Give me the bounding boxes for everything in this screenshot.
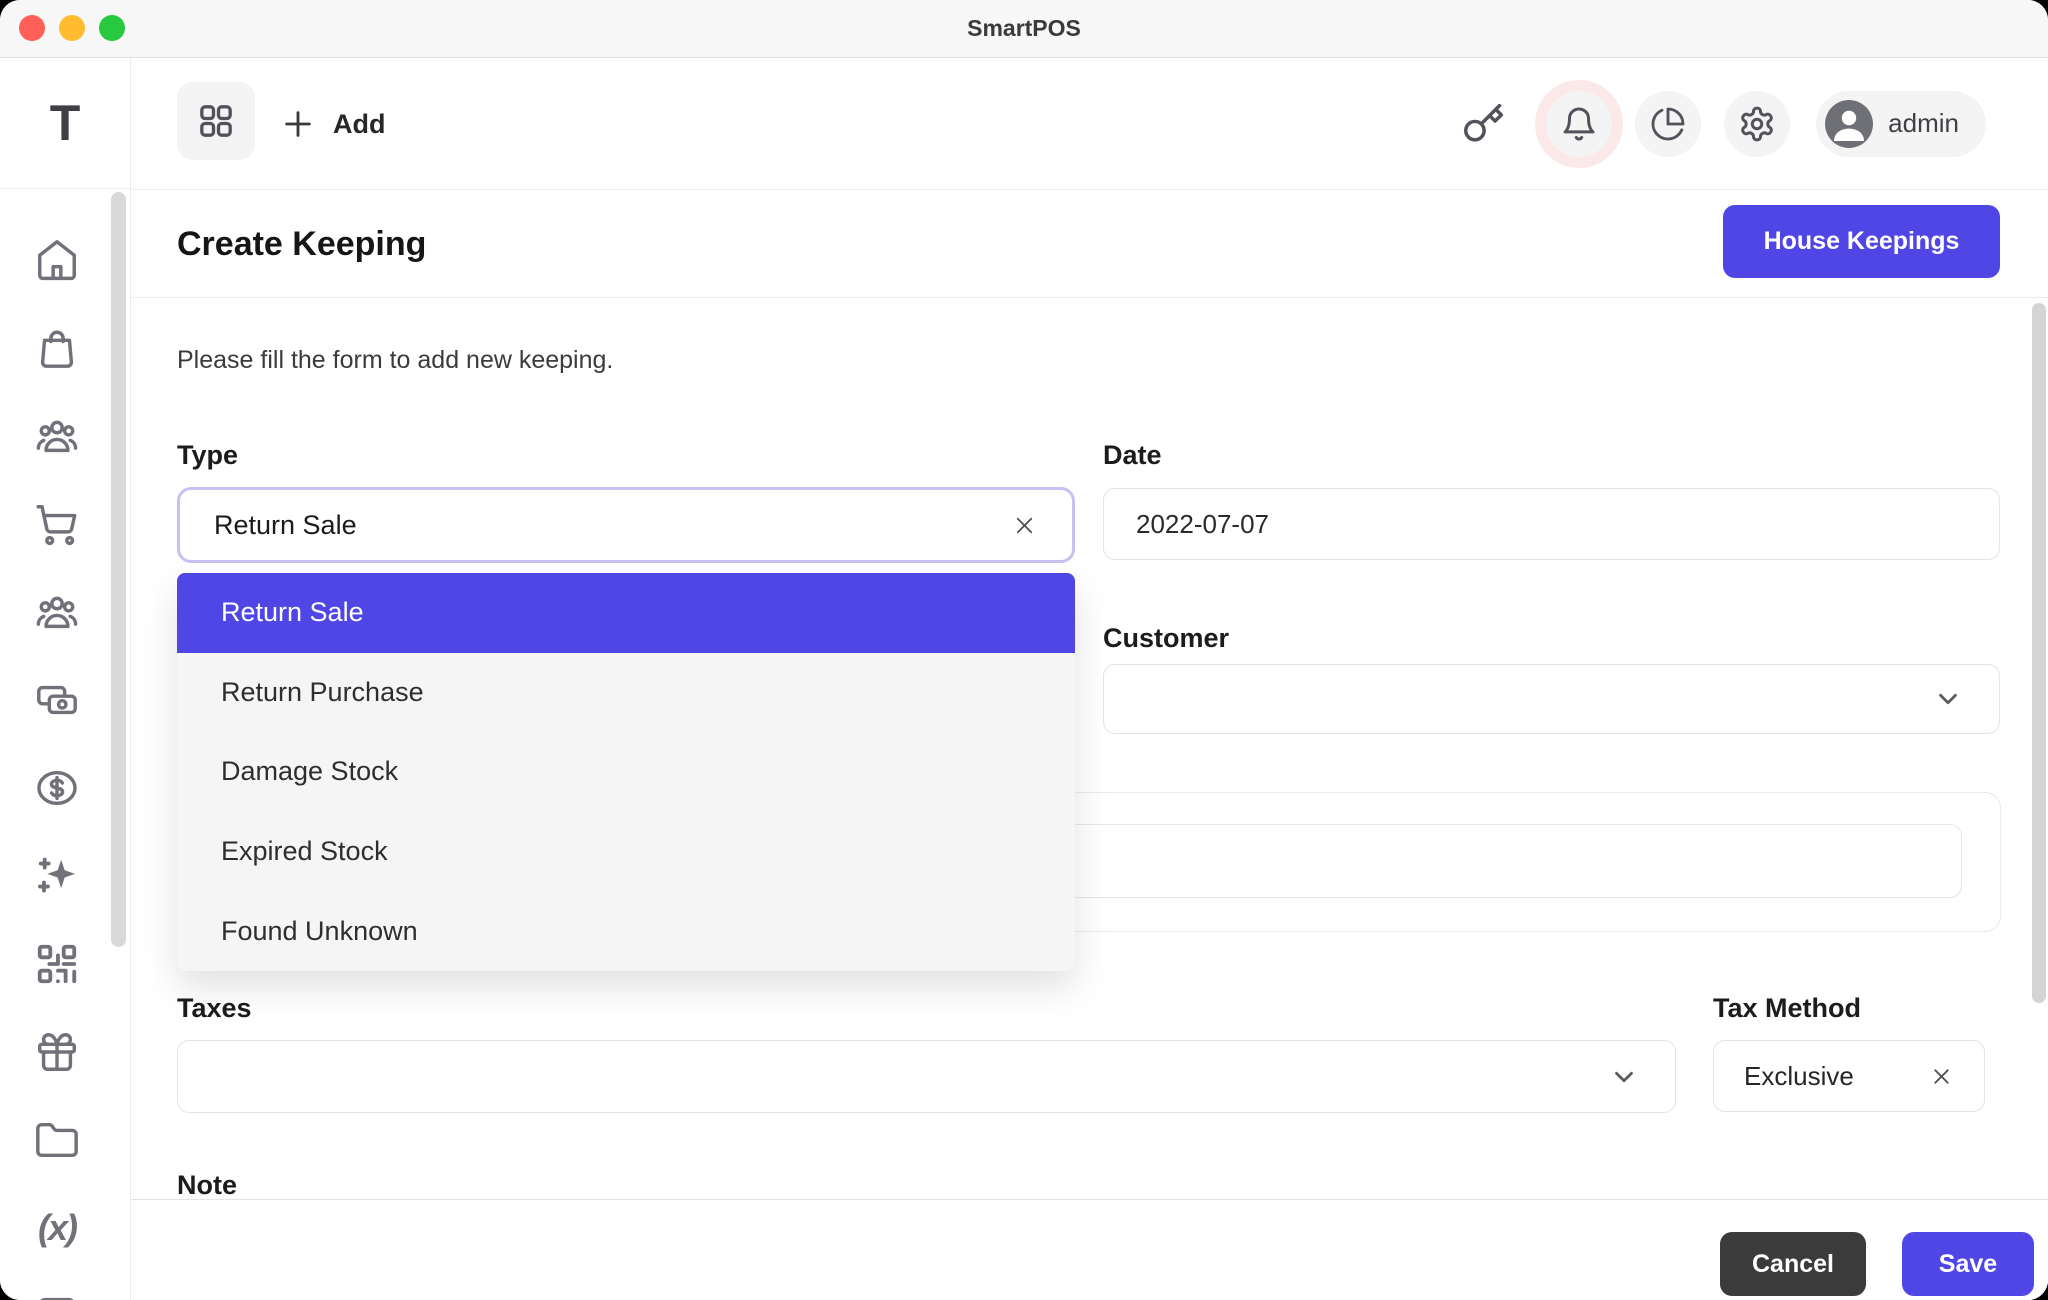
sidebar-scrollbar[interactable] — [111, 192, 126, 947]
add-button[interactable]: Add — [281, 98, 385, 150]
avatar — [1825, 100, 1873, 148]
app-logo[interactable]: T — [0, 58, 130, 189]
app-window: SmartPOS T — [0, 0, 2048, 1300]
sidebar-item-promotions[interactable] — [34, 853, 80, 899]
shopping-cart-icon — [34, 501, 80, 547]
note-label: Note — [177, 1170, 237, 1201]
house-keepings-button[interactable]: House Keepings — [1723, 205, 2000, 278]
plus-icon — [281, 107, 315, 141]
sidebar-item-gift-cards[interactable] — [34, 1029, 80, 1075]
pie-chart-icon — [1650, 106, 1686, 142]
page-content: Create Keeping House Keepings Please fil… — [131, 190, 2048, 1300]
function-x-icon: (x) — [38, 1207, 76, 1249]
main-area: Add — [131, 58, 2048, 1300]
sidebar-item-cards[interactable] — [34, 1290, 80, 1300]
user-name: admin — [1888, 108, 1959, 139]
dollar-circle-icon — [34, 765, 80, 811]
sidebar-item-payments[interactable] — [34, 677, 80, 723]
sidebar-item-customers[interactable] — [34, 413, 80, 459]
dropdown-option-expired-stock[interactable]: Expired Stock — [177, 812, 1075, 892]
home-icon — [34, 237, 80, 283]
user-avatar-icon — [1825, 100, 1873, 148]
header-actions: admin — [1461, 58, 1986, 189]
clear-type-button[interactable] — [1011, 512, 1038, 539]
tax-method-select[interactable]: Exclusive — [1713, 1040, 1985, 1112]
sidebar-item-barcode[interactable] — [34, 941, 80, 987]
sidebar-item-products[interactable] — [34, 325, 80, 371]
chevron-down-icon — [1933, 684, 1963, 714]
date-label: Date — [1103, 440, 1162, 471]
screenshot-stage: SmartPOS T — [0, 0, 2048, 1300]
type-dropdown-menu: Return Sale Return Purchase Damage Stock… — [177, 573, 1075, 971]
gear-icon — [1738, 105, 1776, 143]
tax-method-label: Tax Method — [1713, 993, 1861, 1024]
tax-method-value: Exclusive — [1744, 1061, 1854, 1092]
close-icon — [1011, 512, 1038, 539]
date-input[interactable]: 2022-07-07 — [1103, 488, 2000, 560]
clear-tax-method-button[interactable] — [1929, 1064, 1954, 1089]
taxes-select[interactable] — [177, 1040, 1676, 1113]
top-header: Add — [131, 58, 2048, 190]
notification-ring[interactable] — [1535, 80, 1623, 168]
sidebar-item-home[interactable] — [34, 237, 80, 283]
dropdown-option-return-sale[interactable]: Return Sale — [177, 573, 1075, 653]
chevron-down-icon — [1609, 1062, 1639, 1092]
api-keys-button[interactable] — [1461, 102, 1505, 146]
sidebar-item-functions[interactable]: (x) — [34, 1205, 80, 1251]
add-button-label: Add — [333, 109, 385, 140]
grid-menu-icon — [196, 101, 236, 141]
dropdown-option-return-purchase[interactable]: Return Purchase — [177, 653, 1075, 733]
sidebar-item-sales[interactable] — [34, 501, 80, 547]
users-icon — [34, 413, 80, 459]
close-icon — [1929, 1064, 1954, 1089]
sidebar-item-files[interactable] — [34, 1117, 80, 1163]
dropdown-option-damage-stock[interactable]: Damage Stock — [177, 732, 1075, 812]
dropdown-option-found-unknown[interactable]: Found Unknown — [177, 891, 1075, 971]
apps-menu-button[interactable] — [177, 82, 255, 160]
macos-titlebar: SmartPOS — [0, 0, 2048, 58]
taxes-label: Taxes — [177, 993, 252, 1024]
type-combobox[interactable]: Return Sale — [177, 487, 1075, 563]
sidebar-item-expenses[interactable] — [34, 765, 80, 811]
content-scrollbar[interactable] — [2032, 303, 2046, 1003]
key-icon — [1461, 102, 1505, 146]
reports-button[interactable] — [1635, 91, 1701, 157]
banknotes-icon — [34, 677, 80, 723]
qr-code-icon — [34, 941, 80, 987]
bell-icon — [1560, 105, 1598, 143]
date-value: 2022-07-07 — [1136, 509, 1269, 540]
customer-label: Customer — [1103, 623, 1229, 654]
folder-icon — [34, 1117, 80, 1163]
card-partial-icon — [34, 1290, 80, 1300]
form-subtitle: Please fill the form to add new keeping. — [177, 346, 613, 375]
customer-select[interactable] — [1103, 664, 2000, 734]
page-title: Create Keeping — [177, 224, 426, 264]
settings-button[interactable] — [1724, 91, 1790, 157]
gift-icon — [34, 1029, 80, 1075]
type-label: Type — [177, 440, 238, 471]
type-value: Return Sale — [214, 510, 357, 541]
user-menu[interactable]: admin — [1816, 91, 1986, 157]
save-button[interactable]: Save — [1902, 1232, 2034, 1296]
page-header: Create Keeping House Keepings — [131, 190, 2048, 298]
sidebar-item-suppliers[interactable] — [34, 589, 80, 635]
shopping-bag-icon — [34, 325, 80, 371]
sparkles-icon — [34, 853, 80, 899]
window-title: SmartPOS — [0, 0, 2048, 57]
form-footer: Cancel Save — [131, 1199, 2048, 1300]
cancel-button[interactable]: Cancel — [1720, 1232, 1866, 1296]
sidebar: T — [0, 58, 131, 1300]
users-icon — [34, 589, 80, 635]
notifications-button[interactable] — [1546, 91, 1612, 157]
